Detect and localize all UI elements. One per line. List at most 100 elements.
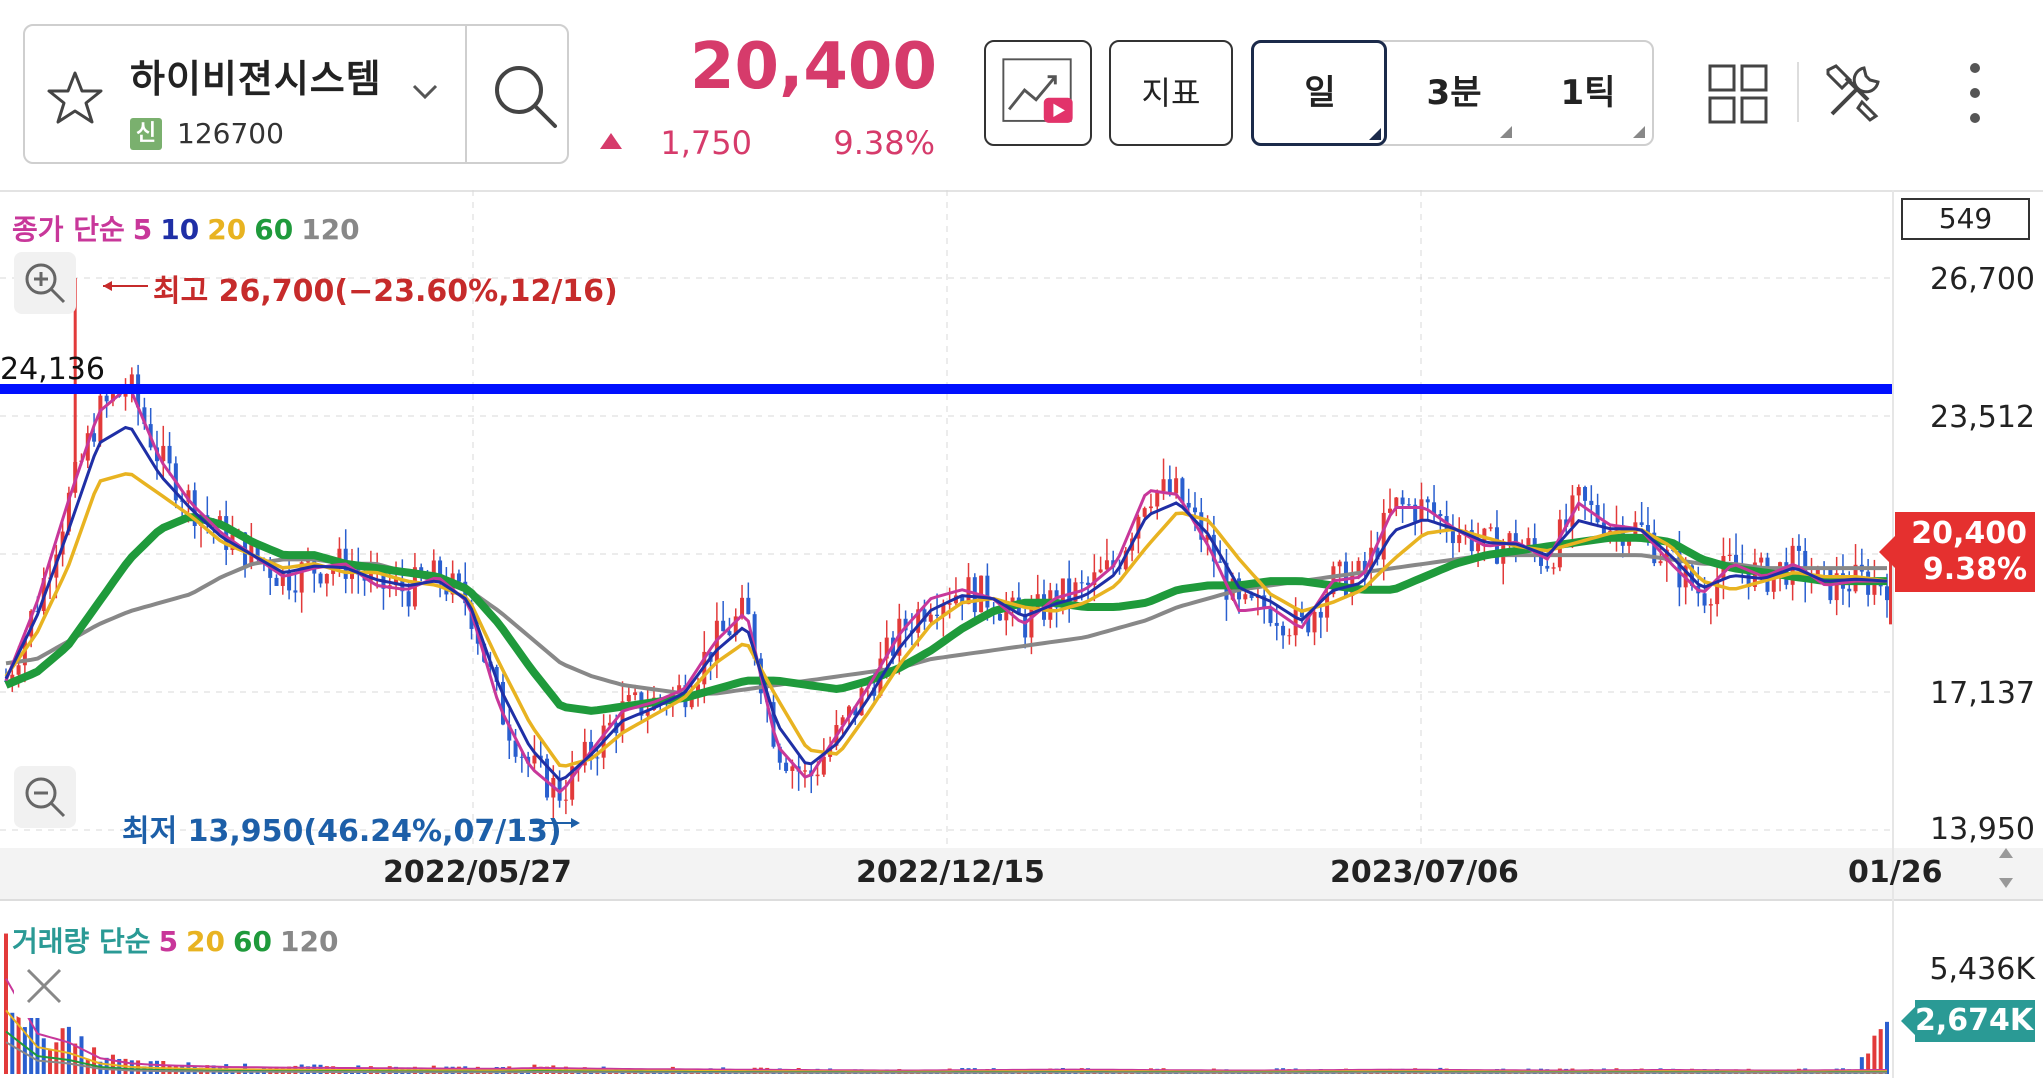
- candle-body: [456, 573, 461, 582]
- close-icon: [26, 968, 62, 1004]
- candle-body: [1595, 505, 1600, 523]
- volume-axis-top: 5,436K: [1929, 952, 2035, 987]
- legend-prefix: 종가 단순: [12, 213, 125, 246]
- candle-body: [1450, 531, 1455, 544]
- candle-body: [1708, 604, 1713, 606]
- legend-prefix: 거래량 단순: [12, 925, 151, 958]
- volume-bar: [1885, 1021, 1889, 1074]
- zoom-out-button[interactable]: [14, 766, 76, 828]
- candle-body: [1488, 527, 1493, 529]
- candle-body: [1287, 635, 1292, 637]
- legend-ma120: 120: [301, 213, 360, 246]
- candle-body: [790, 766, 795, 771]
- candle-body: [532, 755, 537, 764]
- volume-ma-line: [5, 1009, 1887, 1073]
- date-tick: 2023/07/06: [1330, 855, 1519, 890]
- candle-body: [1274, 622, 1279, 626]
- legend-ma20: 20: [207, 213, 247, 246]
- price-tick: 23,512: [1930, 400, 2035, 435]
- volume-bar: [79, 1036, 84, 1074]
- price-legend[interactable]: 종가 단순 5 10 20 60 120: [12, 208, 368, 248]
- candle-body: [1098, 569, 1103, 573]
- legend-vma60: 60: [233, 925, 272, 958]
- candle-body: [1576, 487, 1581, 496]
- current-price-tag-pct: 9.38%: [1922, 552, 2027, 587]
- volume-bar: [35, 1013, 40, 1074]
- candle-body: [1174, 478, 1179, 494]
- date-tick: 01/26: [1848, 855, 1943, 890]
- zoom-in-button[interactable]: [14, 252, 76, 314]
- candle-body: [324, 573, 329, 584]
- candle-body: [985, 575, 990, 608]
- volume-bar: [1872, 1035, 1877, 1074]
- candle-body: [1281, 625, 1286, 636]
- candle-body: [1104, 560, 1109, 570]
- volume-bar: [66, 1026, 71, 1074]
- candle-body: [1702, 593, 1707, 606]
- candle-body: [1186, 502, 1191, 508]
- candle-body: [16, 665, 21, 675]
- price-tick: 13,950: [1930, 812, 2035, 847]
- candle-body: [1400, 497, 1405, 505]
- count-badge[interactable]: 549: [1901, 198, 2030, 240]
- candle-body: [293, 590, 298, 593]
- legend-ma5: 5: [132, 213, 153, 246]
- candle-body: [1218, 561, 1223, 563]
- legend-vma5: 5: [158, 925, 179, 958]
- volume-legend[interactable]: 거래량 단순 5 20 60 120: [12, 920, 346, 960]
- candle-body: [274, 577, 279, 586]
- price-tick: 26,700: [1930, 262, 2035, 297]
- candle-body: [1167, 479, 1172, 494]
- candle-body: [1658, 561, 1663, 564]
- legend-vma120: 120: [279, 925, 339, 958]
- candle-body: [935, 614, 940, 617]
- candle-body: [928, 614, 933, 622]
- legend-vma20: 20: [186, 925, 226, 958]
- candle-body: [1406, 504, 1411, 506]
- close-volume-button[interactable]: [14, 956, 76, 1018]
- candle-body: [815, 774, 820, 777]
- current-price-tag: 20,400 9.38%: [1879, 512, 2035, 592]
- candle-body: [1161, 479, 1166, 492]
- candle-body: [802, 770, 807, 772]
- candle-body: [1847, 588, 1852, 592]
- volume-bar: [10, 1012, 15, 1074]
- candle-body: [563, 799, 568, 801]
- candle-body: [1243, 594, 1248, 600]
- candle-body: [997, 613, 1002, 621]
- candle-body: [1419, 499, 1424, 522]
- price-tick: 17,137: [1930, 676, 2035, 711]
- low-annotation: 최저 13,950(46.24%,07/13): [122, 814, 562, 849]
- candle-body: [1583, 487, 1588, 501]
- legend-ma60: 60: [254, 213, 294, 246]
- candle-body: [1457, 535, 1462, 544]
- volume-bar: [4, 933, 8, 1074]
- candle-body: [1589, 500, 1594, 506]
- candle-body: [1438, 513, 1443, 517]
- candle-body: [1318, 611, 1323, 618]
- candle-body: [104, 395, 109, 402]
- candle-body: [595, 757, 600, 759]
- price-chart[interactable]: [0, 0, 2043, 1078]
- candle-body: [626, 695, 631, 702]
- candle-body: [1526, 538, 1531, 546]
- candle-body: [1759, 557, 1764, 563]
- candle-body: [1337, 561, 1342, 567]
- candle-body: [1796, 545, 1801, 551]
- current-volume-tag: 2,674K: [1901, 1000, 2035, 1042]
- high-annotation: 최고 26,700(−23.60%,12/16): [153, 274, 618, 309]
- candle-body: [633, 692, 638, 696]
- candle-body: [1067, 578, 1072, 602]
- candle-body: [1312, 611, 1317, 633]
- current-price-tag-value: 20,400: [1911, 516, 2027, 551]
- zoom-in-icon: [25, 263, 66, 304]
- candle-body: [318, 573, 323, 584]
- candle-body: [1268, 609, 1273, 623]
- candle-body: [746, 597, 751, 615]
- candle-body: [98, 395, 103, 442]
- candle-body: [1148, 506, 1153, 509]
- legend-ma10: 10: [160, 213, 200, 246]
- candle-body: [1885, 586, 1889, 601]
- hline-label: 24,136: [0, 352, 105, 387]
- volume-bar: [1878, 1029, 1883, 1074]
